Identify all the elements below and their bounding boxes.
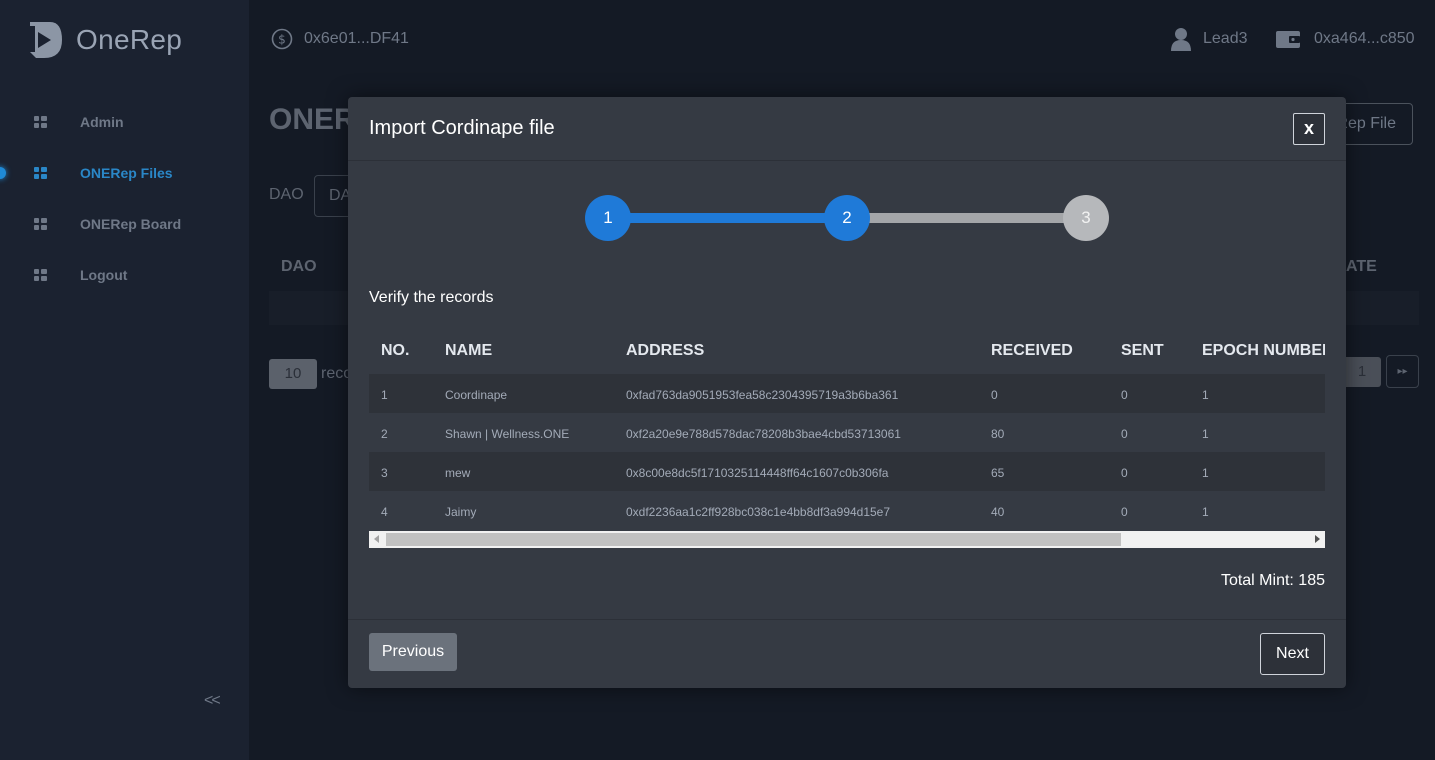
stepper: 1 2 3: [348, 97, 1346, 247]
user-icon: [1171, 28, 1191, 51]
user-name: Lead3: [1203, 30, 1248, 47]
cell-address: 0xf2a20e9e788d578dac78208b3bae4cbd537130…: [626, 427, 901, 441]
sidebar-item-onerep-files[interactable]: ONERep Files: [0, 147, 249, 198]
cell-epoch-number: 1: [1202, 388, 1209, 402]
table-row: 2 Shawn | Wellness.ONE 0xf2a20e9e788d578…: [369, 413, 1325, 452]
horizontal-scrollbar[interactable]: [369, 531, 1325, 548]
scrollbar-thumb[interactable]: [386, 533, 1121, 546]
cell-epoch-number: 1: [1202, 466, 1209, 480]
wallet-icon: [1276, 31, 1300, 48]
table-row: 1 Coordinape 0xfad763da9051953fea58c2304…: [369, 374, 1325, 413]
cell-name: Coordinape: [445, 388, 508, 402]
total-mint: Total Mint: 185: [1220, 572, 1325, 589]
sidebar-item-label: Logout: [80, 266, 128, 283]
cell-no: 4: [381, 505, 388, 519]
cell-no: 2: [381, 427, 388, 441]
cell-received: 40: [991, 505, 1005, 519]
cell-received: 80: [991, 427, 1005, 441]
dashboard-icon: [34, 217, 47, 231]
dashboard-icon: [34, 166, 47, 180]
sidebar-nav: Admin ONERep Files ONERep Board Logout: [0, 96, 249, 300]
cell-name: Shawn | Wellness.ONE: [445, 427, 570, 441]
cell-epoch-number: 1: [1202, 505, 1209, 519]
modal-footer: Previous Next: [348, 619, 1346, 688]
column-header-no: NO.: [381, 342, 410, 359]
svg-text:$: $: [278, 33, 286, 47]
cell-no: 3: [381, 466, 388, 480]
wallet-address-text: 0xa464...c850: [1314, 30, 1415, 47]
import-cordinape-modal: Import Cordinape file x 1 2 3 Verify the…: [348, 97, 1346, 688]
sidebar-item-logout[interactable]: Logout: [0, 249, 249, 300]
dollar-coin-icon: $: [271, 28, 293, 50]
wallet-address[interactable]: 0xa464...c850: [1276, 29, 1415, 49]
records-table[interactable]: NO. NAME ADDRESS RECEIVED SENT EPOCH NUM…: [369, 332, 1325, 548]
next-button[interactable]: Next: [1260, 633, 1325, 675]
cell-sent: 0: [1121, 388, 1128, 402]
dashboard-icon: [34, 268, 47, 282]
contract-address-text: 0x6e01...DF41: [304, 30, 409, 47]
sidebar-item-admin[interactable]: Admin: [0, 96, 249, 147]
active-indicator: [0, 166, 6, 179]
cell-sent: 0: [1121, 427, 1128, 441]
column-header-sent: SENT: [1121, 342, 1164, 359]
collapse-sidebar-button[interactable]: <<: [204, 692, 221, 710]
step-3: 3: [1063, 195, 1109, 241]
last-page-button[interactable]: ▸▸: [1386, 355, 1419, 388]
app-name: OneRep: [76, 24, 183, 55]
step-1: 1: [585, 195, 631, 241]
cell-address: 0x8c00e8dc5f1710325114448ff64c1607c0b306…: [626, 466, 889, 480]
page-size-select[interactable]: 10: [269, 359, 317, 389]
step-2: 2: [824, 195, 870, 241]
onerep-logo-icon: [30, 22, 62, 58]
contract-address[interactable]: $ 0x6e01...DF41: [271, 28, 409, 50]
cell-sent: 0: [1121, 466, 1128, 480]
cell-name: mew: [445, 466, 471, 480]
previous-button[interactable]: Previous: [369, 633, 457, 671]
cell-no: 1: [381, 388, 388, 402]
step-progress-line-complete: [608, 213, 847, 223]
table-row: 3 mew 0x8c00e8dc5f1710325114448ff64c1607…: [369, 452, 1325, 491]
page-title: ONER: [269, 103, 356, 136]
sidebar-item-onerep-board[interactable]: ONERep Board: [0, 198, 249, 249]
cell-address: 0xdf2236aa1c2ff928bc038c1e4bb8df3a994d15…: [626, 505, 891, 519]
cell-address: 0xfad763da9051953fea58c2304395719a3b6ba3…: [626, 388, 899, 402]
sidebar: OneRep Admin ONERep Files ONERep Board L…: [0, 0, 249, 760]
cell-name: Jaimy: [445, 505, 477, 519]
column-header-epoch-number: EPOCH NUMBEI: [1202, 342, 1325, 359]
table-row: 4 Jaimy 0xdf2236aa1c2ff928bc038c1e4bb8df…: [369, 491, 1325, 530]
column-header-received: RECEIVED: [991, 342, 1073, 359]
cell-received: 0: [991, 388, 998, 402]
cell-received: 65: [991, 466, 1005, 480]
scroll-left-arrow-icon[interactable]: [374, 535, 379, 543]
cell-epoch-number: 1: [1202, 427, 1209, 441]
instruction-text: Verify the records: [369, 289, 494, 306]
dao-filter-label: DAO: [269, 186, 304, 203]
table-header: NO. NAME ADDRESS RECEIVED SENT EPOCH NUM…: [369, 332, 1325, 374]
cell-sent: 0: [1121, 505, 1128, 519]
step-progress-line-pending: [847, 213, 1087, 223]
dashboard-icon: [34, 115, 47, 129]
column-header-name: NAME: [445, 342, 493, 359]
user-menu[interactable]: Lead3: [1171, 27, 1248, 51]
top-header: $ 0x6e01...DF41 Lead3 0xa464...c850: [249, 0, 1435, 80]
sidebar-item-label: ONERep Files: [80, 164, 173, 181]
scroll-right-arrow-icon[interactable]: [1315, 535, 1320, 543]
app-logo[interactable]: OneRep: [24, 18, 182, 62]
column-header-dao: DAO: [281, 258, 317, 275]
column-header-date: ATE: [1346, 258, 1377, 275]
sidebar-item-label: Admin: [80, 113, 124, 130]
column-header-address: ADDRESS: [626, 342, 705, 359]
sidebar-item-label: ONERep Board: [80, 215, 182, 232]
